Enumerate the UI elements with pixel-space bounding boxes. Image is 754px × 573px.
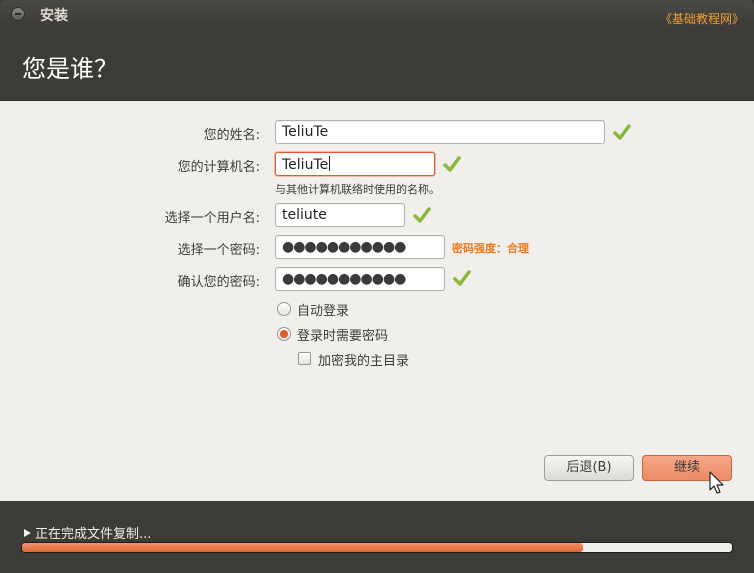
password-label: 选择一个密码:	[177, 243, 260, 258]
username-value: teliute	[282, 207, 327, 223]
auto-login-label[interactable]: 自动登录	[297, 300, 349, 319]
encrypt-home-label[interactable]: 加密我的主目录	[318, 350, 409, 369]
computer-name-hint: 与其他计算机联络时使用的名称。	[275, 183, 440, 196]
expand-triangle-icon[interactable]	[24, 529, 31, 537]
install-progress-bar	[21, 542, 733, 553]
computer-name-value: TeliuTe	[282, 157, 329, 173]
status-footer: 正在完成文件复制...	[0, 501, 754, 573]
install-status-text: 正在完成文件复制...	[35, 527, 152, 542]
text-caret	[329, 156, 331, 171]
password-value: ●●●●●●●●●●●	[282, 239, 406, 255]
mouse-pointer-icon	[709, 471, 724, 494]
installer-window: 安装 《基础教程网》 您是谁？ 您的姓名: TeliuTe 您的计算机名: Te…	[0, 0, 754, 573]
confirm-password-valid-check-icon	[453, 270, 471, 286]
username-field[interactable]: teliute	[275, 203, 405, 227]
name-valid-check-icon	[613, 124, 631, 140]
password-strength-label: 密码强度：合理	[452, 242, 529, 255]
confirm-password-label: 确认您的密码:	[177, 275, 260, 290]
username-valid-check-icon	[413, 207, 431, 223]
close-window-button[interactable]	[11, 7, 25, 21]
window-title: 安装	[40, 8, 68, 24]
user-form-panel: 您的姓名: TeliuTe 您的计算机名: TeliuTe 与其他计算机联络时使…	[0, 100, 754, 501]
encrypt-home-checkbox[interactable]	[298, 352, 311, 365]
title-bar: 安装 《基础教程网》	[0, 0, 754, 28]
install-progress-fill	[22, 543, 583, 552]
confirm-password-value: ●●●●●●●●●●●	[282, 271, 406, 287]
require-password-radio[interactable]	[277, 327, 291, 341]
computer-name-field[interactable]: TeliuTe	[275, 152, 435, 176]
auto-login-radio[interactable]	[277, 302, 291, 316]
username-label: 选择一个用户名:	[164, 211, 260, 226]
watermark-text: 《基础教程网》	[659, 12, 744, 26]
require-password-label[interactable]: 登录时需要密码	[297, 325, 388, 344]
confirm-password-field[interactable]: ●●●●●●●●●●●	[275, 267, 445, 291]
name-field-value: TeliuTe	[282, 124, 329, 140]
page-title: 您是谁？	[22, 55, 118, 83]
computer-name-valid-check-icon	[443, 156, 461, 172]
install-status[interactable]: 正在完成文件复制...	[24, 523, 151, 542]
name-label: 您的姓名:	[203, 128, 260, 143]
back-button[interactable]: 后退(B)	[544, 455, 634, 481]
page-header: 您是谁？	[0, 28, 754, 100]
name-field[interactable]: TeliuTe	[275, 120, 605, 144]
password-field[interactable]: ●●●●●●●●●●●	[275, 235, 445, 259]
computer-name-label: 您的计算机名:	[177, 160, 260, 175]
